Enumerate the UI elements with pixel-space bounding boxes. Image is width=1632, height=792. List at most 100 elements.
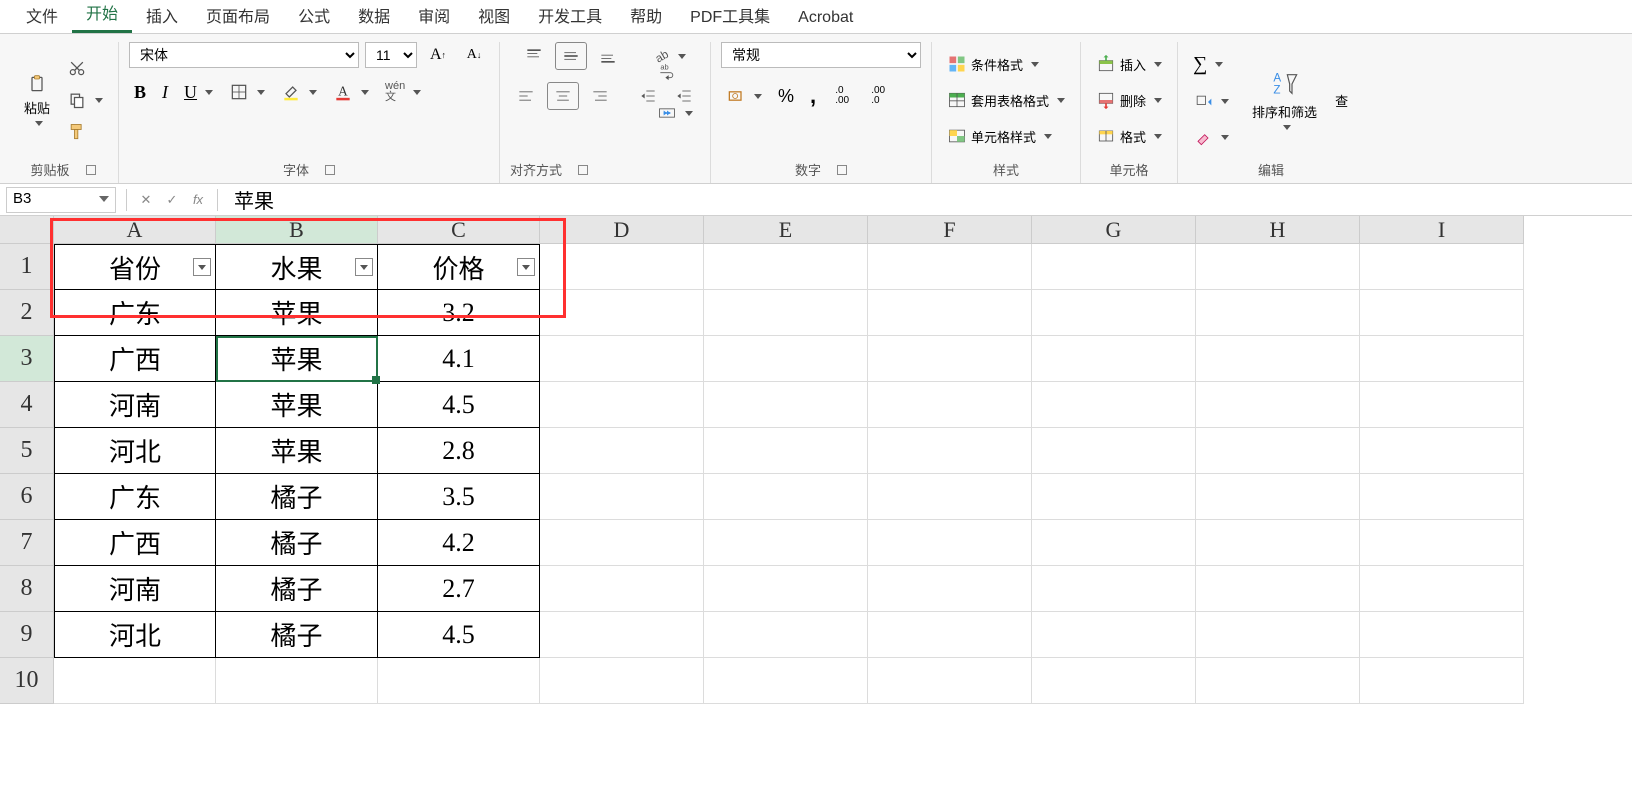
decrease-font-button[interactable]: A↓ [459,42,489,68]
select-all-corner[interactable] [0,216,54,244]
cell-F7[interactable] [868,520,1032,566]
cell-D1[interactable] [540,244,704,290]
column-header-D[interactable]: D [540,216,704,244]
cell-F4[interactable] [868,382,1032,428]
cell-H6[interactable] [1196,474,1360,520]
percent-button[interactable]: % [773,83,799,110]
cell-E6[interactable] [704,474,868,520]
cell-G8[interactable] [1032,566,1196,612]
cell-C9[interactable]: 4.5 [378,612,540,658]
find-button[interactable]: 查 [1329,87,1354,114]
cell-F1[interactable] [868,244,1032,290]
cell-B10[interactable] [216,658,378,704]
cell-E10[interactable] [704,658,868,704]
cut-button[interactable] [62,55,92,81]
cell-E2[interactable] [704,290,868,336]
cell-F2[interactable] [868,290,1032,336]
bold-button[interactable]: B [129,79,151,106]
ribbon-tab-6[interactable]: 审阅 [404,0,464,33]
cell-F8[interactable] [868,566,1032,612]
cell-H10[interactable] [1196,658,1360,704]
cell-B3[interactable]: 苹果 [216,336,378,382]
cell-G7[interactable] [1032,520,1196,566]
row-header-1[interactable]: 1 [0,244,54,290]
fill-color-button[interactable] [276,79,322,105]
cell-G9[interactable] [1032,612,1196,658]
border-button[interactable] [224,79,270,105]
format-painter-button[interactable] [62,119,92,145]
dialog-launcher-icon[interactable] [578,165,588,175]
sort-filter-button[interactable]: AZ 排序和筛选 [1246,66,1323,134]
cell-B2[interactable]: 苹果 [216,290,378,336]
cell-C1[interactable]: 价格 [378,244,540,290]
cell-I4[interactable] [1360,382,1524,428]
cell-A7[interactable]: 广西 [54,520,216,566]
cell-F3[interactable] [868,336,1032,382]
cell-I10[interactable] [1360,658,1524,704]
italic-button[interactable]: I [157,79,173,106]
decrease-decimal-button[interactable]: .00.0 [863,83,893,109]
align-right-button[interactable] [585,83,615,109]
cell-E9[interactable] [704,612,868,658]
cell-I9[interactable] [1360,612,1524,658]
cell-C10[interactable] [378,658,540,704]
align-middle-button[interactable] [555,42,587,70]
conditional-formatting-button[interactable]: 条件格式 [942,51,1044,77]
cell-E3[interactable] [704,336,868,382]
increase-decimal-button[interactable]: .0.00 [827,83,857,109]
cell-A3[interactable]: 广西 [54,336,216,382]
cell-I2[interactable] [1360,290,1524,336]
dialog-launcher-icon[interactable] [86,165,96,175]
cell-C7[interactable]: 4.2 [378,520,540,566]
cell-E7[interactable] [704,520,868,566]
cell-D9[interactable] [540,612,704,658]
number-format-select[interactable]: 常规 [721,42,921,68]
dialog-launcher-icon[interactable] [837,165,847,175]
ribbon-tab-9[interactable]: 帮助 [616,0,676,33]
cell-E5[interactable] [704,428,868,474]
cell-D5[interactable] [540,428,704,474]
font-size-select[interactable]: 11 [365,42,417,68]
cell-H1[interactable] [1196,244,1360,290]
cell-B6[interactable]: 橘子 [216,474,378,520]
cell-H7[interactable] [1196,520,1360,566]
filter-button-B[interactable] [355,258,373,276]
cell-A4[interactable]: 河南 [54,382,216,428]
cell-G10[interactable] [1032,658,1196,704]
column-header-H[interactable]: H [1196,216,1360,244]
cell-D6[interactable] [540,474,704,520]
cell-A10[interactable] [54,658,216,704]
cell-D2[interactable] [540,290,704,336]
cell-D4[interactable] [540,382,704,428]
cancel-formula-button[interactable]: ✕ [133,187,159,213]
ribbon-tab-3[interactable]: 页面布局 [192,0,284,33]
row-header-3[interactable]: 3 [0,336,54,382]
cell-C2[interactable]: 3.2 [378,290,540,336]
column-header-A[interactable]: A [54,216,216,244]
align-bottom-button[interactable] [593,43,623,69]
column-header-F[interactable]: F [868,216,1032,244]
cell-C4[interactable]: 4.5 [378,382,540,428]
cell-F5[interactable] [868,428,1032,474]
cell-I5[interactable] [1360,428,1524,474]
format-as-table-button[interactable]: 套用表格格式 [942,87,1070,113]
cell-I3[interactable] [1360,336,1524,382]
clear-button[interactable] [1188,125,1234,151]
column-header-G[interactable]: G [1032,216,1196,244]
cell-A2[interactable]: 广东 [54,290,216,336]
cell-G2[interactable] [1032,290,1196,336]
cell-B9[interactable]: 橘子 [216,612,378,658]
cell-C6[interactable]: 3.5 [378,474,540,520]
cell-H2[interactable] [1196,290,1360,336]
font-color-button[interactable]: A [328,79,374,105]
format-cells-button[interactable]: 格式 [1091,123,1167,149]
column-header-C[interactable]: C [378,216,540,244]
cell-I6[interactable] [1360,474,1524,520]
cell-G3[interactable] [1032,336,1196,382]
cell-F9[interactable] [868,612,1032,658]
cell-D8[interactable] [540,566,704,612]
cell-B7[interactable]: 橘子 [216,520,378,566]
paste-button[interactable]: 粘贴 [18,70,56,130]
cell-E4[interactable] [704,382,868,428]
underline-button[interactable]: U [179,79,218,106]
